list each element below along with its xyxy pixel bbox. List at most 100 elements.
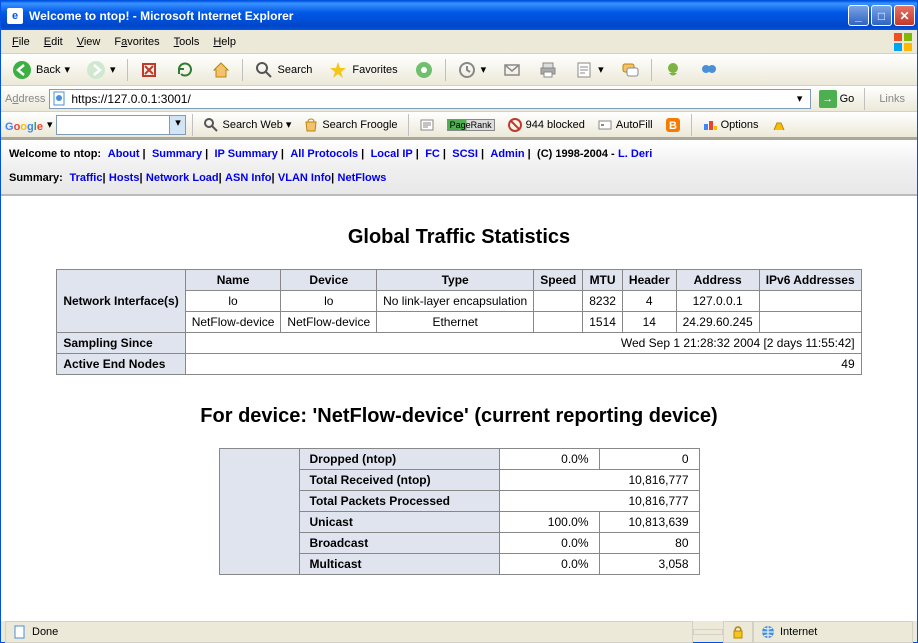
- search-button[interactable]: Search: [247, 56, 320, 84]
- back-button[interactable]: Back ▾: [5, 56, 77, 84]
- col-header: Device: [281, 270, 377, 291]
- nav-ip-summary[interactable]: IP Summary: [215, 148, 278, 160]
- search-icon: [254, 60, 274, 80]
- forward-icon: [86, 60, 106, 80]
- menu-tools[interactable]: Tools: [167, 34, 207, 50]
- close-button[interactable]: ✕: [894, 5, 915, 26]
- col-header: Speed: [534, 270, 583, 291]
- refresh-button[interactable]: [168, 56, 202, 84]
- toolbar: Back ▾ ▾ Search Favorites ▾ ▾: [1, 54, 917, 86]
- nav-asn-info[interactable]: ASN Info: [225, 172, 271, 184]
- search-web-button[interactable]: Search Web ▾: [199, 115, 295, 135]
- interfaces-table: Network Interface(s) Name Device Type Sp…: [56, 269, 861, 375]
- row-label: Active End Nodes: [57, 354, 185, 375]
- stop-button[interactable]: [132, 56, 166, 84]
- page-title: Global Traffic Statistics: [1, 226, 917, 249]
- messenger-icon: [663, 60, 683, 80]
- research-button[interactable]: [692, 56, 726, 84]
- address-label: Address: [5, 93, 45, 105]
- col-header: Header: [622, 270, 676, 291]
- url-field[interactable]: ▾: [49, 89, 810, 109]
- address-bar: Address ▾ → Go Links: [1, 86, 917, 112]
- print-icon: [538, 60, 558, 80]
- row-label: Sampling Since: [57, 333, 185, 354]
- status-text: Done: [5, 621, 693, 643]
- col-header: Address: [676, 270, 759, 291]
- favorites-button[interactable]: Favorites: [321, 56, 404, 84]
- col-header: IPv6 Addresses: [759, 270, 861, 291]
- url-input[interactable]: [71, 92, 791, 106]
- back-label: Back: [36, 64, 60, 76]
- messenger-button[interactable]: [656, 56, 690, 84]
- highlight-button[interactable]: [767, 115, 791, 135]
- discuss-button[interactable]: [613, 56, 647, 84]
- row-label: Network Interface(s): [57, 270, 185, 333]
- nav-hosts[interactable]: Hosts: [109, 172, 140, 184]
- edit-button[interactable]: ▾: [567, 56, 611, 84]
- news-button[interactable]: [415, 115, 439, 135]
- home-button[interactable]: [204, 56, 238, 84]
- nav-traffic[interactable]: Traffic: [69, 172, 102, 184]
- nav-vlan-info[interactable]: VLAN Info: [278, 172, 331, 184]
- highlight-icon: [771, 117, 787, 133]
- windows-logo-icon: [893, 32, 913, 52]
- menu-view[interactable]: View: [70, 34, 108, 50]
- bag-icon: [303, 117, 319, 133]
- chevron-down-icon: ▾: [481, 63, 487, 76]
- research-icon: [699, 60, 719, 80]
- blogger-button[interactable]: B: [661, 115, 685, 135]
- options-button[interactable]: Options: [698, 115, 763, 135]
- nav-author[interactable]: L. Deri: [618, 148, 652, 160]
- table-row: Dropped (ntop)0.0%0: [219, 449, 699, 470]
- mail-icon: [502, 60, 522, 80]
- menu-favorites[interactable]: Favorites: [107, 34, 166, 50]
- refresh-icon: [175, 60, 195, 80]
- col-header: Type: [377, 270, 534, 291]
- chevron-down-icon[interactable]: ▾: [169, 116, 185, 134]
- google-search-input[interactable]: ▾: [56, 115, 186, 135]
- nav-admin[interactable]: Admin: [490, 148, 524, 160]
- mail-button[interactable]: [495, 56, 529, 84]
- google-logo[interactable]: Google: [5, 117, 43, 133]
- autofill-button[interactable]: AutoFill: [593, 115, 657, 135]
- history-icon: [457, 60, 477, 80]
- page-icon: [52, 91, 68, 107]
- nav-local-ip[interactable]: Local IP: [371, 148, 413, 160]
- menu-file[interactable]: File: [5, 34, 37, 50]
- svg-text:B: B: [669, 120, 677, 132]
- chevron-down-icon: ▾: [110, 63, 116, 76]
- links-label[interactable]: Links: [871, 93, 913, 105]
- nav-fc[interactable]: FC: [425, 148, 440, 160]
- go-button[interactable]: → Go: [815, 88, 859, 110]
- minimize-button[interactable]: _: [848, 5, 869, 26]
- nav-netflows[interactable]: NetFlows: [338, 172, 387, 184]
- sampling-value: Wed Sep 1 21:28:32 2004 [2 days 11:55:42…: [185, 333, 861, 354]
- print-button[interactable]: [531, 56, 565, 84]
- page-icon: [12, 624, 28, 640]
- menu-help[interactable]: Help: [206, 34, 243, 50]
- url-dropdown[interactable]: ▾: [792, 92, 808, 105]
- blocked-button[interactable]: 944 blocked: [503, 115, 589, 135]
- internet-zone: Internet: [753, 621, 913, 643]
- nav-network-load[interactable]: Network Load: [146, 172, 219, 184]
- menu-edit[interactable]: Edit: [37, 34, 70, 50]
- history-button[interactable]: ▾: [450, 56, 494, 84]
- forward-button[interactable]: ▾: [79, 56, 123, 84]
- maximize-button[interactable]: □: [871, 5, 892, 26]
- pagerank-button[interactable]: PageRank: [443, 117, 499, 133]
- col-header: MTU: [583, 270, 623, 291]
- stop-icon: [139, 60, 159, 80]
- nav-about[interactable]: About: [108, 148, 140, 160]
- star-icon: [328, 60, 348, 80]
- nav-scsi[interactable]: SCSI: [452, 148, 478, 160]
- google-toolbar: Google ▾ ▾ Search Web ▾ Search Froogle P…: [1, 112, 917, 138]
- search-froogle-button[interactable]: Search Froogle: [299, 115, 401, 135]
- nav-primary: Welcome to ntop: About| Summary| IP Summ…: [1, 140, 917, 166]
- nav-all-protocols[interactable]: All Protocols: [290, 148, 358, 160]
- edit-icon: [574, 60, 594, 80]
- media-button[interactable]: [407, 56, 441, 84]
- page-content: Welcome to ntop: About| Summary| IP Summ…: [1, 140, 917, 620]
- nav-summary[interactable]: Summary: [152, 148, 202, 160]
- chevron-down-icon[interactable]: ▾: [47, 118, 53, 131]
- menubar: File Edit View Favorites Tools Help: [1, 30, 917, 54]
